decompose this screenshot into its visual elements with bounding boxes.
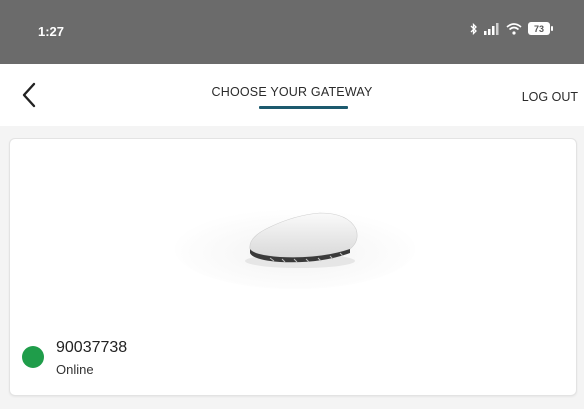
battery-icon: 73 xyxy=(528,22,553,35)
status-time: 1:27 xyxy=(38,24,65,39)
gateway-status: Online xyxy=(56,362,94,377)
page-title: CHOOSE YOUR GATEWAY xyxy=(211,85,373,99)
gateway-device-image xyxy=(175,209,415,289)
logout-button[interactable]: LOG OUT xyxy=(522,90,578,104)
gateway-id: 90037738 xyxy=(56,339,128,356)
status-bar: 1:27 73 xyxy=(0,0,584,64)
header: CHOOSE YOUR GATEWAY LOG OUT xyxy=(0,64,584,126)
bluetooth-icon xyxy=(470,22,478,35)
status-dot-online xyxy=(22,346,44,368)
wifi-icon xyxy=(506,22,522,35)
title-underline xyxy=(259,106,348,109)
status-icons: 73 xyxy=(470,22,553,35)
gateway-card[interactable]: 90037738 Online xyxy=(9,138,577,396)
signal-icon xyxy=(484,22,500,35)
